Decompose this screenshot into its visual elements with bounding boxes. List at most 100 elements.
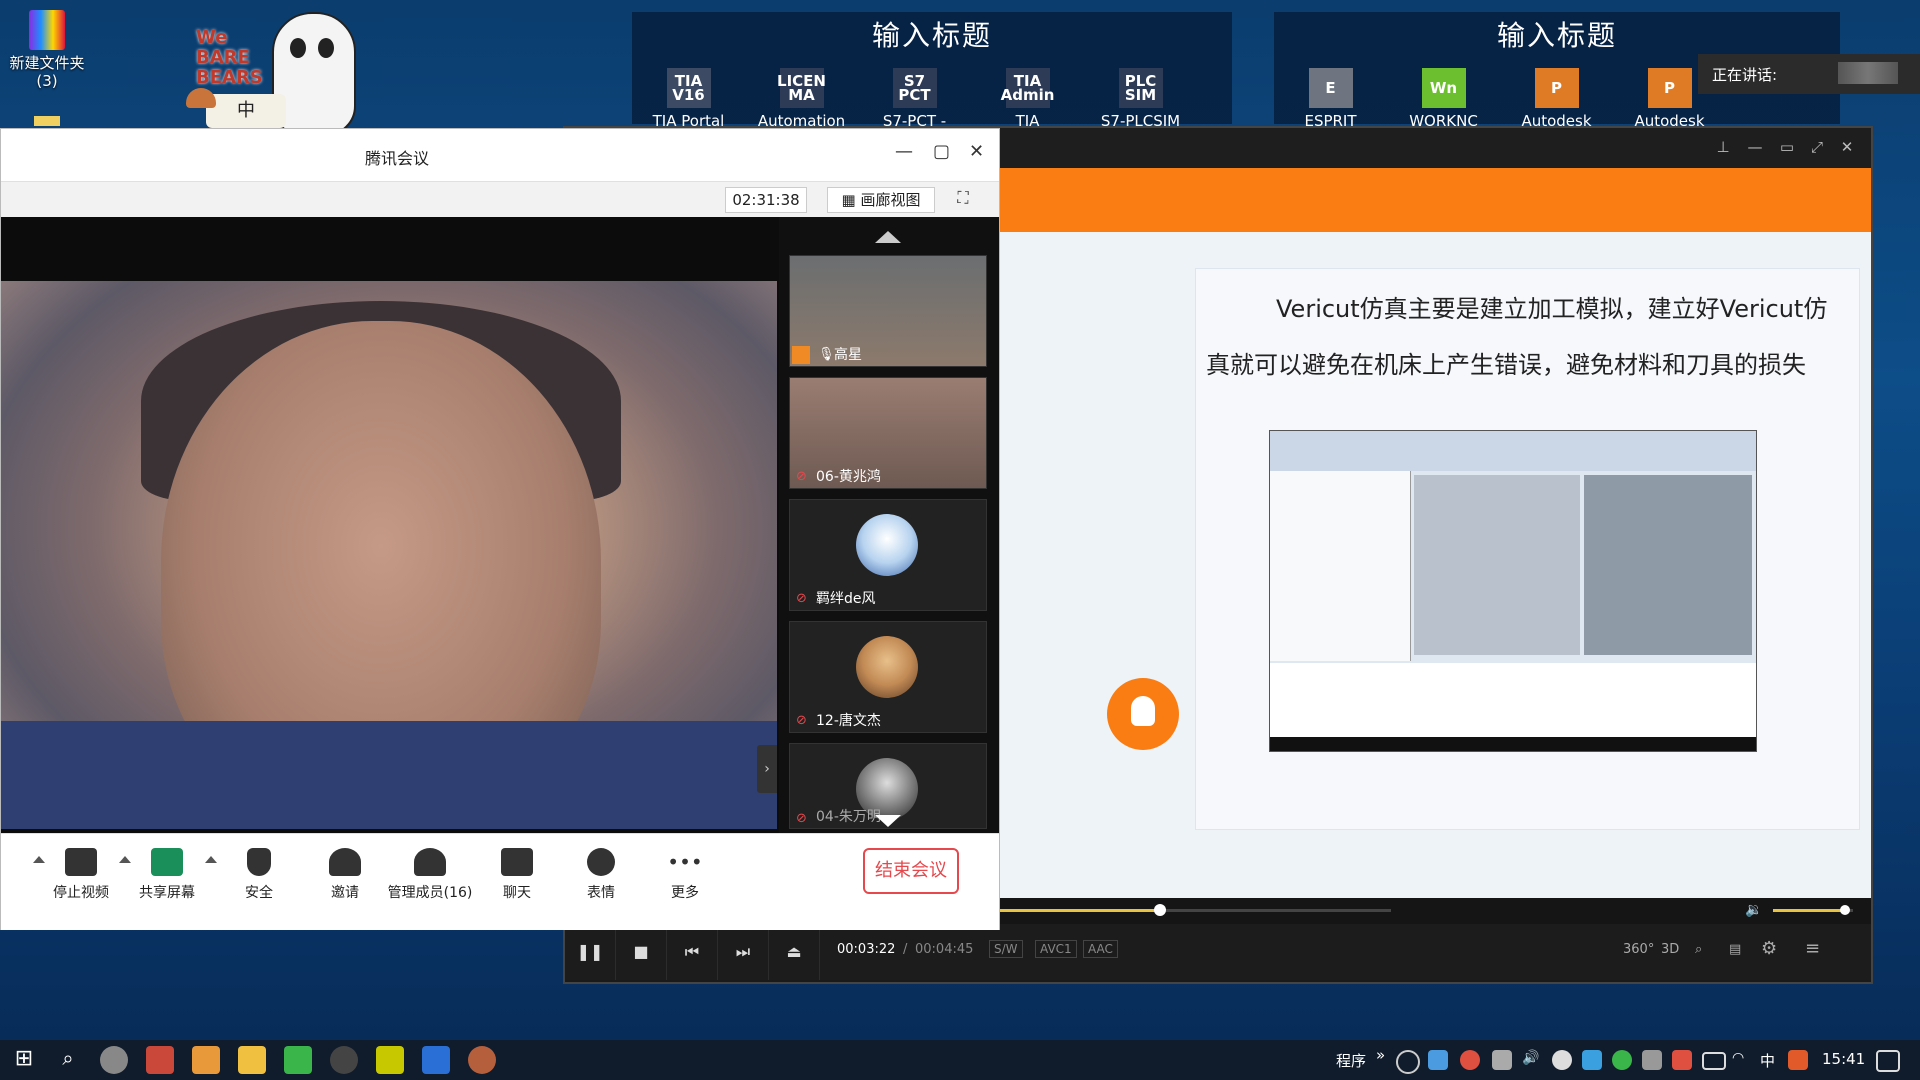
sogou-ime-icon[interactable] — [1788, 1050, 1808, 1070]
vericut-screenshot — [1269, 430, 1757, 752]
eject-button[interactable]: ⏏ — [769, 924, 820, 980]
share-screen-label: 共享屏幕 — [139, 885, 195, 901]
manage-members-button[interactable]: 管理成员(16) — [385, 848, 475, 902]
taskbar-app-icon[interactable] — [146, 1046, 174, 1074]
scroll-up-icon[interactable] — [875, 231, 901, 243]
minimize-icon[interactable]: — — [1745, 138, 1765, 158]
participant-tile[interactable]: 高星 🎙 — [789, 255, 987, 367]
network-icon[interactable] — [1642, 1050, 1662, 1070]
seek-handle[interactable] — [1153, 904, 1166, 916]
more-button[interactable]: ••• 更多 — [643, 848, 727, 902]
wifi-icon[interactable]: ◠ — [1732, 1050, 1752, 1070]
s7-pct-icon: S7 PCT — [892, 68, 937, 108]
license-manager-icon: LICEN MA — [777, 68, 826, 108]
host-badge-icon — [792, 346, 810, 364]
wechat-tray-icon[interactable] — [1612, 1050, 1632, 1070]
more-dots-icon: ••• — [667, 850, 703, 874]
previous-button[interactable]: ⏮ — [667, 924, 718, 980]
tray-icon[interactable] — [1582, 1050, 1602, 1070]
battery-icon[interactable] — [1702, 1052, 1726, 1070]
sticker-board: 中 — [206, 94, 286, 128]
desktop-folder-icon[interactable]: 新建文件夹 (3) — [2, 10, 92, 90]
gallery-view-button[interactable]: ▦ 画廊视图 — [827, 187, 935, 213]
tray-icon[interactable] — [1460, 1050, 1480, 1070]
volume-icon[interactable]: 🔉 — [1745, 902, 1762, 918]
chat-button[interactable]: 聊天 — [475, 848, 559, 902]
wechat-icon[interactable] — [284, 1046, 312, 1074]
tia-admin-icon: TIA Admin — [1001, 68, 1054, 108]
taskbar-app-icon[interactable] — [192, 1046, 220, 1074]
ime-indicator[interactable]: 中 — [1760, 1050, 1775, 1071]
participant-tile[interactable]: ⊘ 06-黄兆鸿 — [789, 377, 987, 489]
security-button[interactable]: 安全 — [217, 848, 301, 902]
vr-360-icon[interactable]: 360° — [1623, 942, 1654, 957]
scroll-down-icon[interactable] — [875, 815, 901, 827]
app-s7-pct[interactable]: S7 PCT S7-PCT - — [858, 68, 971, 130]
collapse-sidebar-button[interactable]: › — [757, 745, 777, 793]
taskbar-app-icon[interactable] — [468, 1046, 496, 1074]
next-button[interactable]: ⏭ — [718, 924, 769, 980]
panda-eye-right — [318, 38, 334, 58]
stop-video-button[interactable]: 停止视频 — [39, 848, 123, 902]
security-label: 安全 — [245, 885, 273, 901]
tray-icon[interactable] — [1428, 1050, 1448, 1070]
app-esprit[interactable]: E ESPRIT — [1274, 68, 1387, 130]
mic-off-icon: ⊘ — [796, 469, 807, 484]
settings-icon[interactable]: ⚙ — [1761, 938, 1777, 959]
speaker-icon[interactable]: 🔊 — [1522, 1050, 1542, 1070]
app-tia-admin[interactable]: TIA Admin TIA — [971, 68, 1084, 130]
bare-bears-sticker: We BARE BEARS 中 — [186, 8, 366, 138]
participant-tile[interactable]: ⊘ 12-唐文杰 — [789, 621, 987, 733]
tray-label: 程序 — [1336, 1052, 1367, 1070]
tray-icon[interactable] — [1672, 1050, 1692, 1070]
zoom-icon[interactable]: ⌕ — [1695, 942, 1702, 957]
end-meeting-button[interactable]: 结束会议 — [863, 848, 959, 894]
participant-tile[interactable]: ⊘ 羁绊de风 — [789, 499, 987, 611]
maximize-icon[interactable]: ▢ — [933, 141, 950, 162]
minimize-icon[interactable]: — — [895, 141, 913, 162]
taskbar-app-icon[interactable] — [100, 1046, 128, 1074]
app-automation[interactable]: LICEN MA Automation — [745, 68, 858, 130]
shield-icon — [247, 848, 271, 876]
close-icon[interactable]: ✕ — [1837, 138, 1857, 158]
windows-start-icon[interactable]: ⊞ — [10, 1046, 38, 1074]
security-options-caret[interactable] — [205, 856, 217, 863]
pause-button[interactable]: ❚❚ — [565, 924, 616, 980]
file-explorer-icon[interactable] — [238, 1046, 266, 1074]
participant-name: 羁绊de风 — [816, 591, 876, 607]
fullscreen-icon[interactable]: ⤢ — [1807, 138, 1827, 158]
menu-icon[interactable]: ≡ — [1805, 938, 1820, 959]
share-screen-button[interactable]: 共享屏幕 — [125, 848, 209, 902]
app-worknc[interactable]: Wn WORKNC — [1387, 68, 1500, 130]
search-icon[interactable]: ⌕ — [54, 1046, 82, 1074]
vericut-toolbar — [1270, 431, 1756, 471]
fullscreen-icon[interactable]: ⛶ — [951, 188, 975, 210]
app-autodesk-1[interactable]: P Autodesk — [1500, 68, 1613, 130]
emoji-button[interactable]: 表情 — [559, 848, 643, 902]
playlist-icon[interactable]: ▤ — [1729, 942, 1741, 957]
app-tia-portal[interactable]: TIA V16 TIA Portal — [632, 68, 745, 130]
taskbar-app-icon[interactable] — [376, 1046, 404, 1074]
notification-icon[interactable] — [1876, 1050, 1900, 1072]
clock[interactable]: 15:41 — [1822, 1050, 1865, 1068]
launcher-apps: TIA V16 TIA Portal LICEN MA Automation S… — [632, 68, 1232, 130]
tray-icon[interactable] — [1492, 1050, 1512, 1070]
close-icon[interactable]: ✕ — [969, 141, 984, 162]
maximize-icon[interactable]: ▭ — [1777, 138, 1797, 158]
volume-handle[interactable] — [1840, 905, 1850, 915]
invite-button[interactable]: 邀请 — [303, 848, 387, 902]
desktop-file-icon[interactable] — [34, 116, 60, 126]
speaking-wave-icon — [1838, 62, 1898, 84]
main-speaker-video[interactable] — [1, 281, 777, 829]
tencent-meeting-icon[interactable] — [422, 1046, 450, 1074]
tray-icon[interactable] — [1396, 1050, 1420, 1074]
tray-icon[interactable] — [1552, 1050, 1572, 1070]
3d-icon[interactable]: 3D — [1661, 942, 1679, 957]
taskbar-app-icon[interactable] — [330, 1046, 358, 1074]
meeting-titlebar: 腾讯会议 — ▢ ✕ — [1, 129, 999, 181]
app-s7-plcsim[interactable]: PLC SIM S7-PLCSIM — [1084, 68, 1197, 130]
pin-icon[interactable]: ⊥ — [1713, 138, 1733, 158]
chat-label: 聊天 — [503, 885, 531, 901]
stop-button[interactable]: ■ — [616, 924, 667, 980]
tray-expand-icon[interactable]: » — [1376, 1046, 1385, 1064]
